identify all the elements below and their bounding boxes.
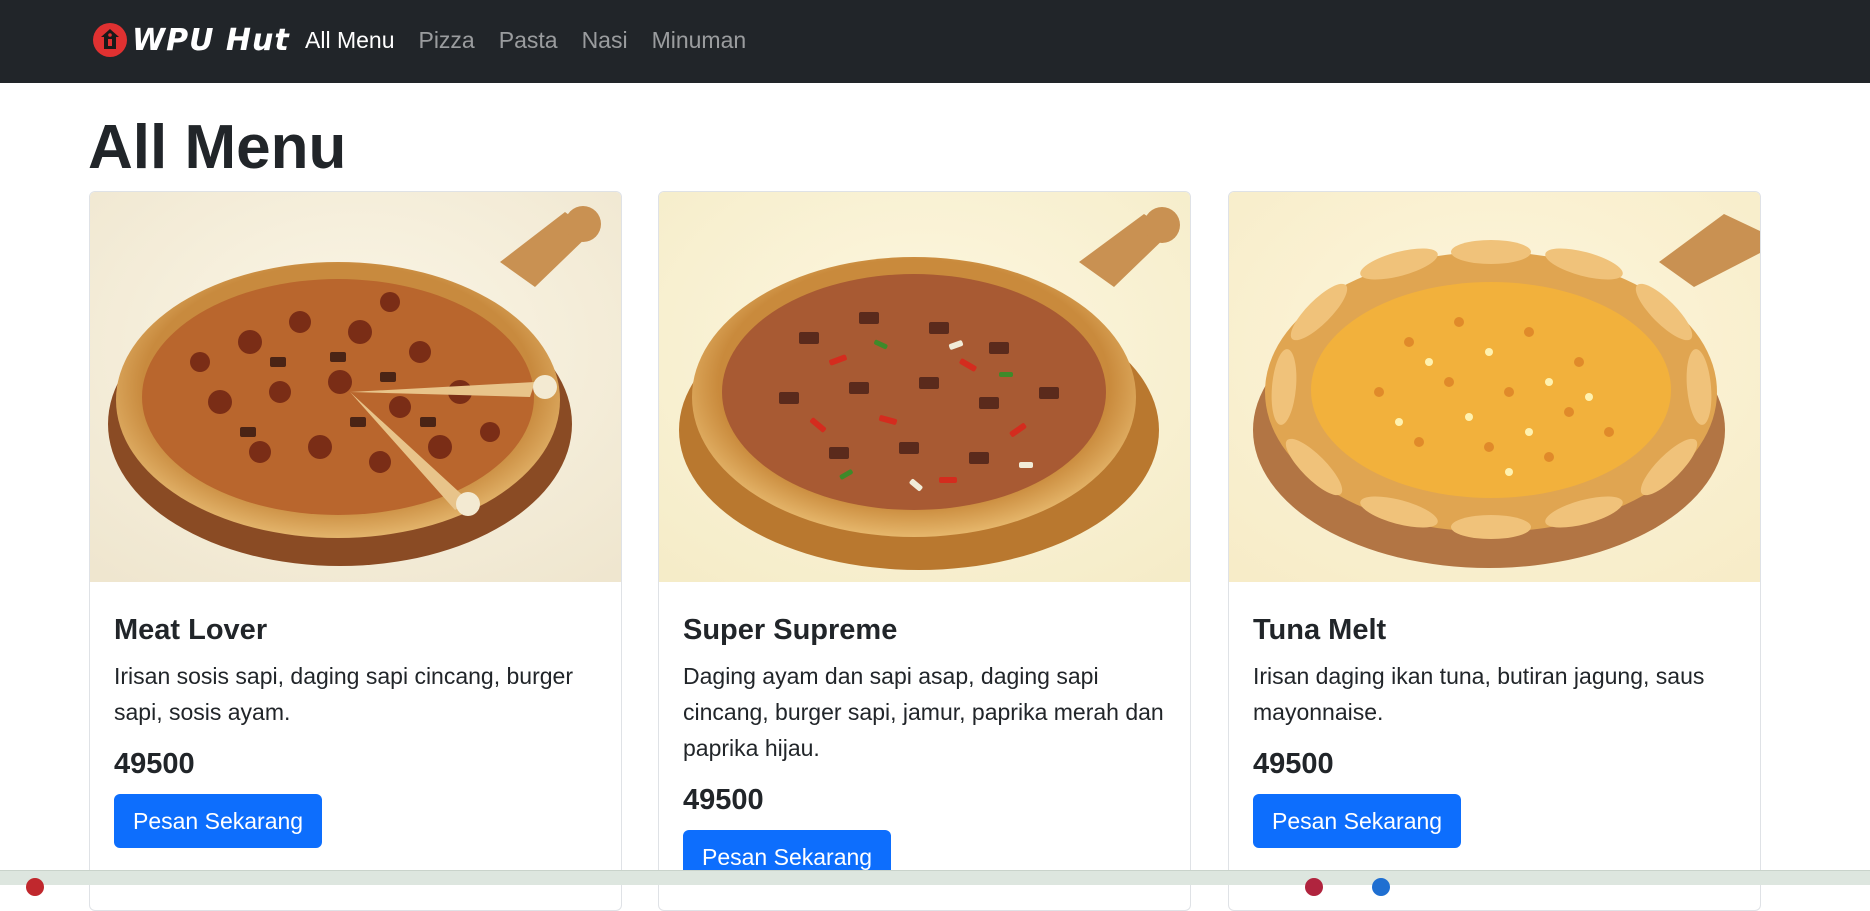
brand-name: WPU Hut	[132, 22, 290, 58]
nav-item-pizza[interactable]: Pizza	[406, 24, 486, 56]
menu-item-name: Super Supreme	[683, 614, 898, 646]
order-now-button[interactable]: Pesan Sekarang	[1253, 794, 1462, 848]
card-body: Super Supreme Daging ayam dan sapi asap,…	[659, 582, 1190, 884]
menu-card: Super Supreme Daging ayam dan sapi asap,…	[658, 191, 1191, 911]
navbar: WPU Hut All Menu Pizza Pasta Nasi Minuma…	[0, 0, 1870, 83]
nav-item-all-menu[interactable]: All Menu	[305, 24, 406, 56]
menu-grid: Meat Lover Irisan sosis sapi, daging sap…	[89, 191, 1764, 911]
menu-card: Tuna Melt Irisan daging ikan tuna, butir…	[1228, 191, 1761, 911]
menu-item-price: 49500	[1253, 748, 1334, 780]
brand-link[interactable]: WPU Hut	[92, 20, 290, 60]
order-now-button[interactable]: Pesan Sekarang	[114, 794, 323, 848]
page-title: All Menu	[88, 113, 347, 182]
menu-item-name: Meat Lover	[114, 614, 268, 646]
menu-item-description: Daging ayam dan sapi asap, daging sapi c…	[683, 663, 1164, 761]
nav-item-nasi[interactable]: Nasi	[570, 24, 640, 56]
nav-menu: All Menu Pizza Pasta Nasi Minuman	[305, 24, 758, 56]
card-body: Tuna Melt Irisan daging ikan tuna, butir…	[1229, 582, 1760, 848]
menu-item-price: 49500	[114, 748, 195, 780]
nav-item-minuman[interactable]: Minuman	[640, 24, 759, 56]
taskbar-app-icon[interactable]	[1372, 878, 1390, 896]
taskbar-app-icon[interactable]	[26, 878, 44, 896]
card-body: Meat Lover Irisan sosis sapi, daging sap…	[90, 582, 621, 848]
pizza-super-supreme-image	[659, 192, 1190, 582]
os-taskbar	[0, 870, 1870, 896]
nav-item-pasta[interactable]: Pasta	[487, 24, 570, 56]
menu-item-description: Irisan daging ikan tuna, butiran jagung,…	[1253, 663, 1705, 725]
pizza-meat-lover-image	[90, 192, 621, 582]
menu-item-name: Tuna Melt	[1253, 614, 1387, 646]
pizza-tuna-melt-image	[1229, 192, 1760, 582]
menu-item-price: 49500	[683, 784, 764, 816]
taskbar-app-icon[interactable]	[1305, 878, 1323, 896]
menu-item-description: Irisan sosis sapi, daging sapi cincang, …	[114, 663, 573, 725]
hut-logo-icon	[93, 23, 127, 57]
menu-card: Meat Lover Irisan sosis sapi, daging sap…	[89, 191, 622, 911]
